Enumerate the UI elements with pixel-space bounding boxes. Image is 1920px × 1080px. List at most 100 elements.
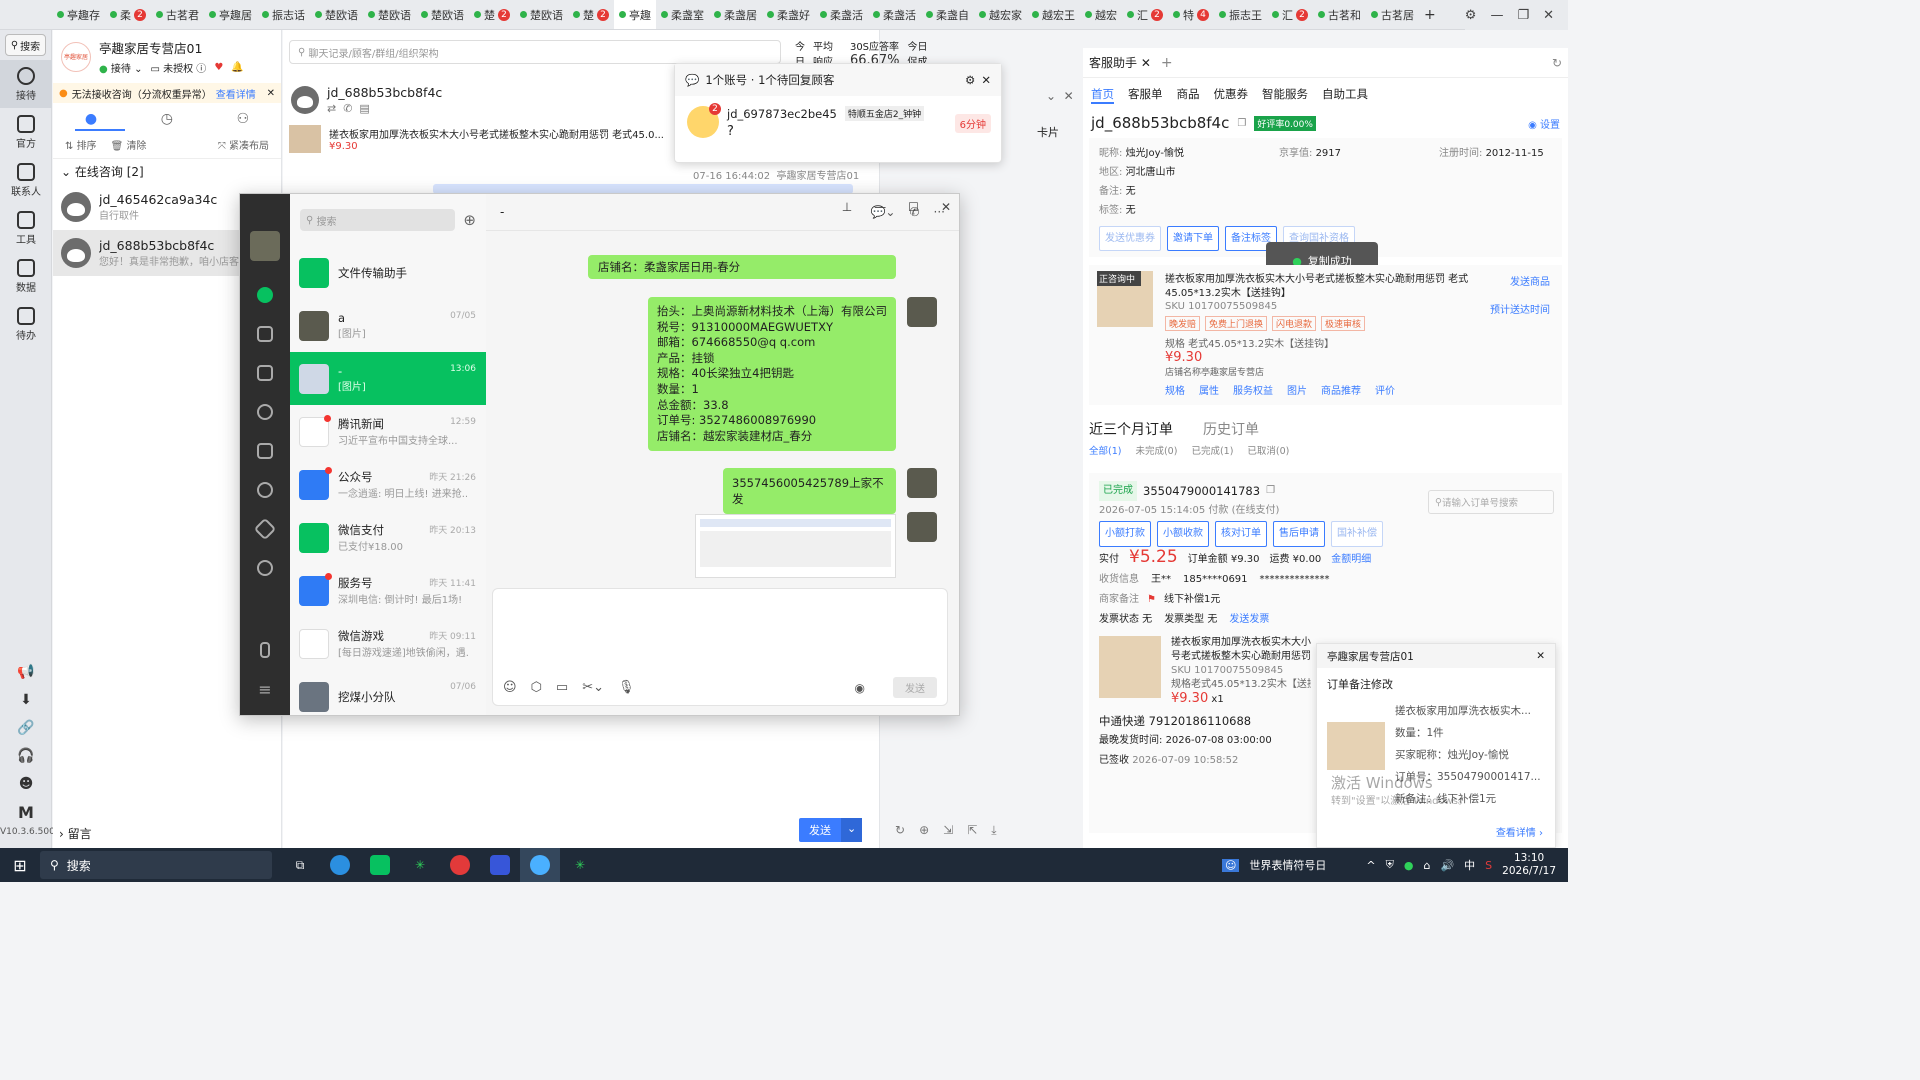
sogou-icon[interactable]: S [1485,859,1492,872]
assistant-nav-item[interactable]: 优惠券 [1214,86,1249,104]
wechat-send-button[interactable]: 发送 [893,677,937,698]
top-tab[interactable]: 古茗和 [1313,0,1366,29]
wechat-tray-icon[interactable]: ● [1404,859,1414,872]
tray-up-icon[interactable]: ^ [1366,859,1375,872]
wechat-taskbar-icon[interactable] [360,848,400,882]
compact-layout-button[interactable]: ⤧ 紧凑布局 [218,137,269,152]
taskbar-search[interactable]: ⚲ 搜索 [40,851,272,879]
top-tab[interactable]: 楚欧语 [416,0,469,29]
pin-icon[interactable]: ⊥ [842,200,852,214]
transfer-icon[interactable]: ⇲ [943,823,953,838]
windows-start-icon[interactable]: ⊞ [0,848,40,882]
top-tab[interactable]: 柔盏自 [921,0,974,29]
send-product-link[interactable]: 发送商品 [1510,273,1550,288]
wechat-chat-item[interactable]: 腾讯新闻 习近平宣布中国支持全球... 12:59 [290,405,486,458]
add-icon[interactable]: ⊕ [919,823,929,838]
order-filter[interactable]: 已取消(0) [1247,443,1289,457]
copy-icon[interactable]: ❐ [1266,481,1275,501]
product-link[interactable]: 属性 [1199,382,1219,397]
assistant-nav-item[interactable]: 自助工具 [1322,86,1368,104]
box-icon[interactable] [240,353,290,392]
mic-icon[interactable]: 🎙 [618,680,635,695]
scissors-icon[interactable]: ✂⌄ [582,680,604,695]
top-tab[interactable]: 振志王 [1214,0,1267,29]
link-icon[interactable]: 🔗 [0,714,52,742]
wechat-chat-item[interactable]: 微信支付 已支付¥18.00 昨天 20:13 [290,511,486,564]
clock-icon[interactable]: ◷ [161,111,173,127]
close-icon[interactable]: ✕ [981,73,991,87]
close-icon[interactable]: ✕ [1543,8,1554,23]
network-icon[interactable]: ⌂ [1423,859,1430,872]
top-tab[interactable]: 越宏王 [1027,0,1080,29]
history-orders-tab[interactable]: 历史订单 [1203,419,1259,439]
download-icon[interactable]: ⤓ [991,823,996,838]
copy-icon[interactable]: ❐ [1237,118,1246,129]
app-m-icon[interactable] [480,848,520,882]
send-button[interactable]: 发送 [799,818,841,842]
order-action-button[interactable]: 售后申请 [1273,521,1325,547]
miniprogram-icon[interactable] [240,548,290,587]
contacts-icon[interactable] [240,314,290,353]
top-tab[interactable]: 越宏 [1080,0,1122,29]
order-filter[interactable]: 未完成(0) [1135,443,1177,457]
top-tab[interactable]: 楚欧语 [363,0,416,29]
chat-bubble-icon[interactable]: ● [85,111,97,127]
product-link[interactable]: 规格 [1165,382,1185,397]
m-logo-icon[interactable]: M [0,798,52,826]
top-tab[interactable]: 越宏家 [974,0,1027,29]
status-selector[interactable]: ● 接待 ⌄ [99,60,142,75]
wechat-user-avatar[interactable] [250,231,280,261]
wechat-search-input[interactable]: ⚲ 搜索 [300,209,456,231]
diamond-icon[interactable] [240,509,290,548]
order-filter[interactable]: 已完成(1) [1191,443,1233,457]
card-label[interactable]: 卡片 [1037,124,1059,140]
megaphone-icon[interactable]: 📢 [0,658,52,686]
customer-action-button[interactable]: 邀请下单 [1167,226,1219,251]
rail-item[interactable]: 联系人 [0,156,52,204]
top-tab[interactable]: 楚欧语 [310,0,363,29]
assistant-nav-item[interactable]: 首页 [1091,86,1114,104]
channels-icon[interactable] [240,431,290,470]
phone-icon[interactable] [240,630,290,669]
top-tab[interactable]: 柔盏活 [868,0,921,29]
edge-icon[interactable] [320,848,360,882]
top-tab[interactable]: 古茗居 [1366,0,1419,29]
product-link[interactable]: 图片 [1287,382,1307,397]
wechat-chat-item[interactable]: - [图片] 13:06 [290,352,486,405]
folder-icon[interactable]: ▭ [556,680,568,695]
robot-icon[interactable]: ☻ [0,770,52,798]
top-tab[interactable]: 楚欧语 [515,0,568,29]
add-tab-button[interactable]: + [1419,0,1441,29]
clear-button[interactable]: 🗑 清除 [111,137,147,152]
assistant-tab[interactable]: 客服助手 ✕ [1089,54,1151,71]
assistant-nav-item[interactable]: 客服单 [1128,86,1163,104]
top-tab[interactable]: 楚2 [568,0,614,29]
top-tab[interactable]: 汇2 [1267,0,1313,29]
add-icon[interactable]: ⊕ [463,211,476,229]
auth-status[interactable]: ▭ 未授权 ⓘ [150,60,206,75]
recent-orders-tab[interactable]: 近三个月订单 [1089,419,1173,439]
close-icon[interactable]: ✕ [941,200,951,214]
settings-icon[interactable]: ⚙ [1465,8,1477,23]
share-icon[interactable]: ⇱ [967,823,977,838]
top-tab[interactable]: 汇2 [1122,0,1168,29]
wechat-chat-item[interactable]: a [图片] 07/05 [290,299,486,352]
shield-icon[interactable]: ⛨ [1386,858,1394,872]
wechat-chat-item[interactable]: 微信游戏 [每日游戏速递]地铁偷闲，遇... 昨天 09:11 [290,617,486,670]
app-chat-icon[interactable] [520,848,560,882]
order-action-button[interactable]: 国补补偿 [1331,521,1383,547]
warning-link[interactable]: 查看详情 [216,86,256,101]
top-tab[interactable]: 振志话 [257,0,310,29]
top-tab[interactable]: 柔盏好 [762,0,815,29]
minimize-icon[interactable]: — [874,200,886,214]
rail-item[interactable]: 接待 [0,60,52,108]
bell-icon[interactable]: 🔔 [231,62,243,73]
emoji-icon[interactable]: ☺ [503,680,517,695]
global-search-input[interactable]: ⚲ 聊天记录/顾客/群组/组织架构 [289,40,781,64]
group-title[interactable]: ⌄ 在线咨询 [2] [53,158,281,184]
order-action-button[interactable]: 核对订单 [1215,521,1267,547]
top-tab[interactable]: 楚2 [469,0,515,29]
clock[interactable]: 13:10 2026/7/17 [1502,852,1556,878]
maximize-icon[interactable]: ❐ [1517,8,1529,23]
app-red-icon[interactable] [440,848,480,882]
